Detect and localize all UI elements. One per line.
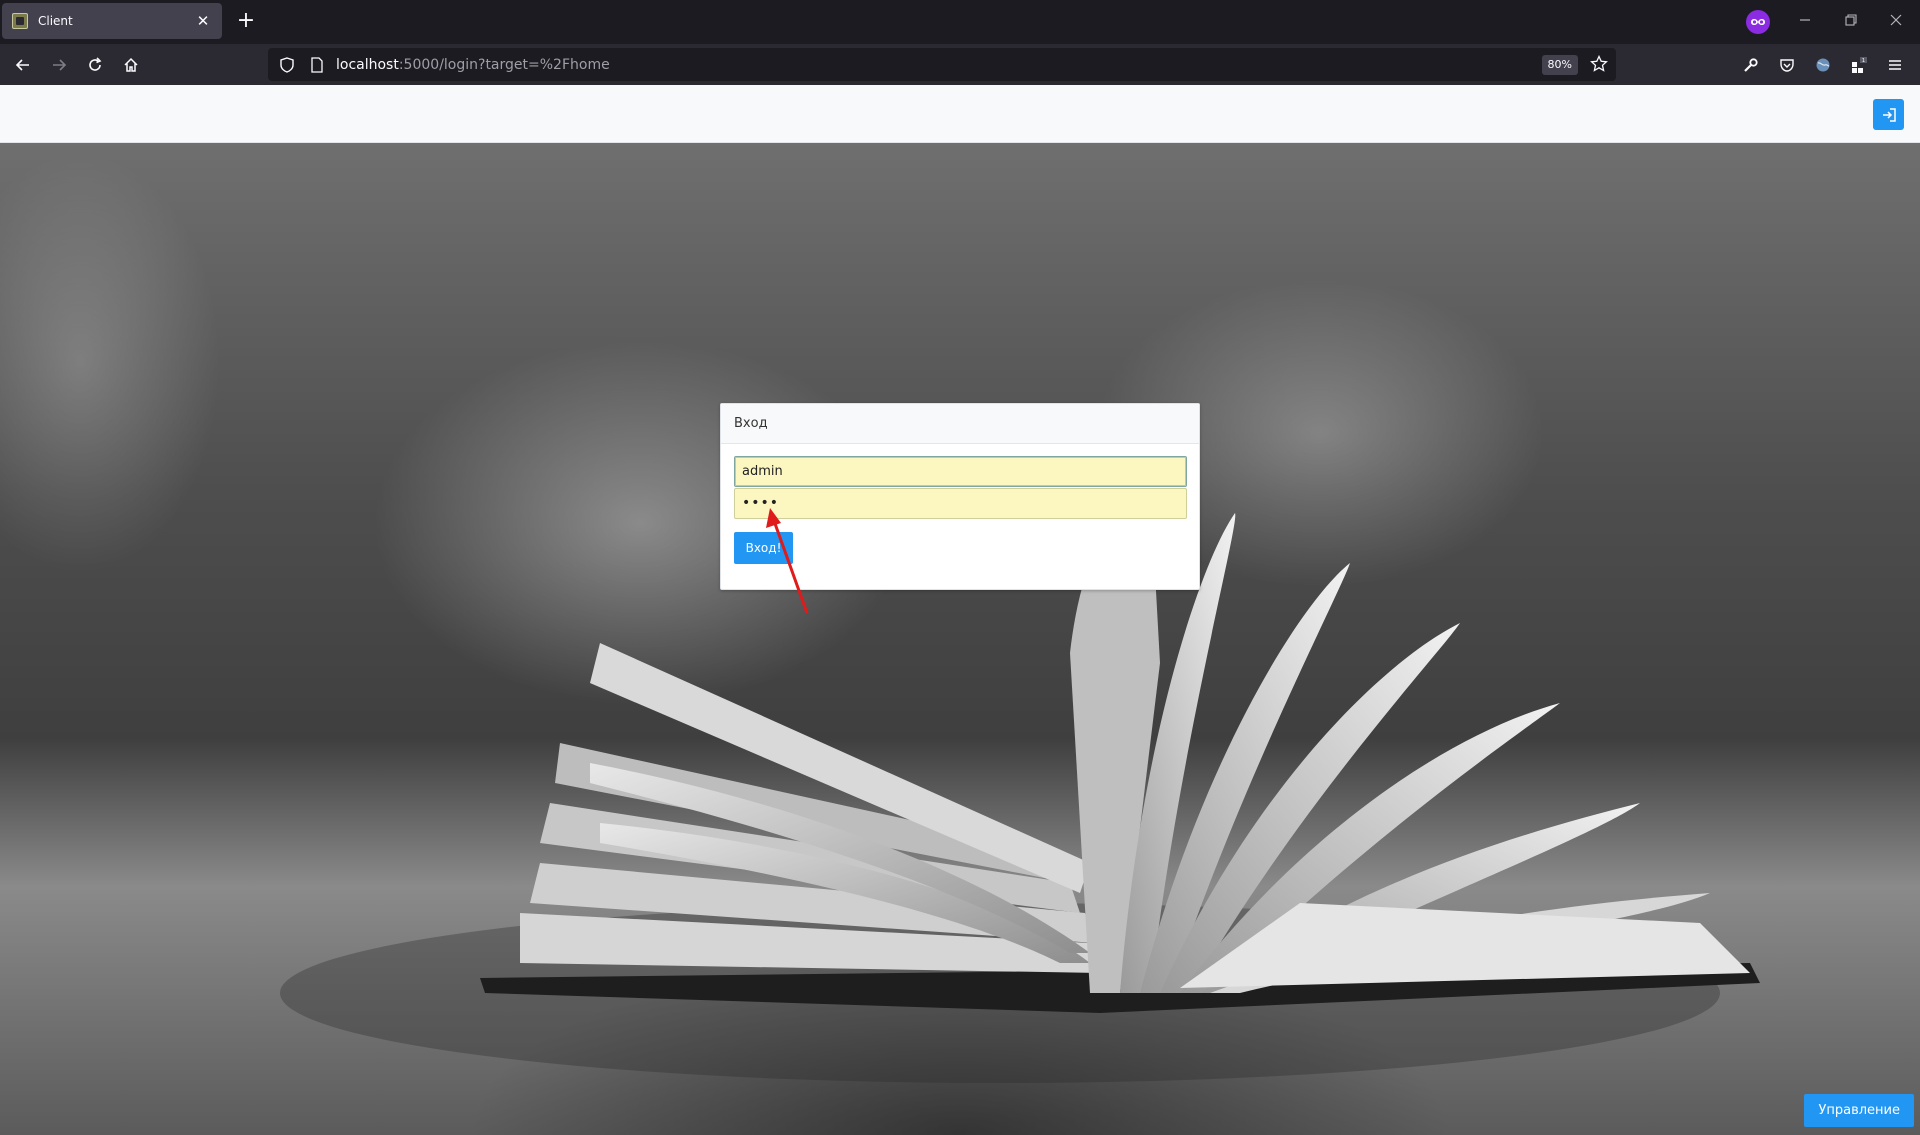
minimize-button[interactable]: [1790, 8, 1820, 36]
login-icon: [1882, 107, 1896, 122]
zoom-level-badge[interactable]: 80%: [1541, 55, 1578, 75]
login-submit-button[interactable]: Вход!: [734, 532, 793, 564]
browser-tab[interactable]: Client ✕: [2, 3, 222, 39]
hero-background-image: Вход admin •••• Вход! Управление: [0, 143, 1920, 1135]
reload-icon: [89, 57, 102, 71]
url-host: localhost: [336, 56, 399, 73]
private-browsing-icon: [1746, 10, 1770, 34]
password-input[interactable]: ••••: [734, 488, 1187, 519]
username-input[interactable]: admin: [734, 456, 1187, 487]
restore-button[interactable]: [1836, 8, 1866, 36]
svg-text:1: 1: [1862, 58, 1865, 64]
star-icon: [1590, 54, 1608, 72]
home-button[interactable]: [118, 52, 144, 78]
bookmark-star-button[interactable]: [1590, 52, 1608, 80]
login-card-title: Вход: [721, 404, 1199, 444]
login-card: Вход admin •••• Вход!: [720, 403, 1200, 590]
favicon-icon: [12, 13, 28, 29]
wrench-icon[interactable]: [1738, 52, 1764, 78]
home-icon: [124, 57, 138, 72]
shield-icon[interactable]: [276, 54, 298, 76]
web-page: Вход admin •••• Вход! Управление: [0, 85, 1920, 1135]
new-tab-button[interactable]: +: [234, 10, 258, 34]
globe-icon[interactable]: [1810, 52, 1836, 78]
reload-button[interactable]: [82, 52, 108, 78]
forward-button[interactable]: [46, 52, 72, 78]
extensions-icon[interactable]: 1: [1846, 52, 1872, 78]
tab-title: Client: [38, 14, 73, 28]
back-button[interactable]: [10, 52, 36, 78]
open-book-image: [280, 483, 1760, 1083]
app-header: [0, 85, 1920, 143]
url-text: localhost:5000/login?target=%2Fhome: [336, 57, 610, 73]
browser-navbar: localhost:5000/login?target=%2Fhome 80% …: [0, 44, 1920, 85]
arrow-left-icon: [15, 59, 29, 71]
close-window-button[interactable]: [1881, 8, 1911, 36]
header-login-button[interactable]: [1873, 99, 1904, 130]
url-bar[interactable]: localhost:5000/login?target=%2Fhome 80%: [268, 48, 1616, 81]
pocket-icon[interactable]: [1774, 52, 1800, 78]
browser-tabstrip: Client ✕ +: [0, 0, 1920, 44]
arrow-right-icon: [53, 59, 67, 71]
page-icon[interactable]: [306, 54, 328, 76]
hamburger-menu-icon[interactable]: [1882, 52, 1908, 78]
close-tab-icon[interactable]: ✕: [194, 12, 212, 30]
url-path: :5000/login?target=%2Fhome: [398, 56, 610, 73]
manage-button[interactable]: Управление: [1804, 1094, 1914, 1127]
